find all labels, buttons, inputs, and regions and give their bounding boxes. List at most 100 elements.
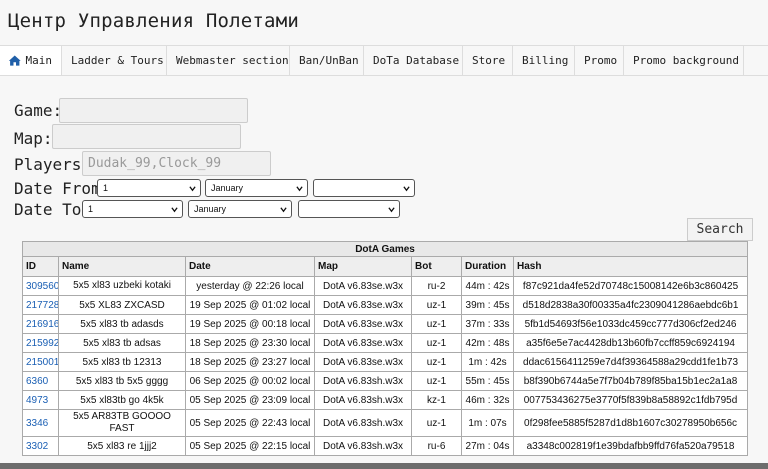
nav-item-promo-background[interactable]: Promo background [624,46,744,75]
cell-name: 5x5 XL83 ZXCASD [58,295,186,315]
game-id-link[interactable]: 3346 [26,418,48,429]
cell-hash: 5fb1d54693f56e1033dc459cc777d306cf2ed246 [512,314,749,334]
nav-item-promo[interactable]: Promo [575,46,624,75]
nav-item-label: Store [472,54,506,67]
cell-bot: uz-1 [411,371,462,391]
cell-id: 4973 [22,390,59,410]
cell-duration: 1m : 42s [461,352,514,372]
nav-item-dota-database[interactable]: DoTa Database [364,46,463,75]
game-id-link[interactable]: 3302 [26,441,48,452]
cell-date: 05 Sep 2025 @ 22:15 local [185,436,315,456]
table-row: 217728 5x5 XL83 ZXCASD 19 Sep 2025 @ 01:02… [22,295,749,315]
game-id-link[interactable]: 217728 [26,300,58,311]
cell-duration: 27m : 04s [461,436,514,456]
nav-item-ladder-tours[interactable]: Ladder & Tours [62,46,167,75]
cell-name: 5x5 xl83 tb 12313 [58,352,186,372]
nav-item-label: Main [25,54,53,67]
cell-duration: 46m : 32s [461,390,514,410]
cell-hash: 007753436275e3770f5f839b8a58892c1fdb795d [512,390,749,410]
table-row: 6360 5x5 xl83 tb 5x5 gggg 06 Sep 2025 @ 00… [22,371,749,391]
date-from-label: Date From: [14,179,111,198]
cell-map: DotA v6.83se.w3x [314,333,412,353]
cell-id: 216916 [22,314,59,334]
cell-date: 19 Sep 2025 @ 01:02 local [185,295,315,315]
map-label: Map: [14,129,53,148]
cell-hash: b8f390b6744a5e7f7b04b789f85ba15b1ec2a1a8 [512,371,749,391]
date-from-year-select[interactable] [313,179,415,197]
nav-item-main[interactable]: Main [0,46,62,75]
table-row: 215992 5x5 xl83 tb adsas 18 Sep 2025 @ 23:… [22,333,749,353]
date-to-day-select[interactable]: 1 [82,200,183,218]
cell-name: 5x5 xl83 tb adasds [58,314,186,334]
chevron-down-icon [388,207,395,213]
cell-name: 5x5 xl83 uzbeki kotaki [58,276,186,296]
date-from-month-select[interactable]: January [205,179,308,197]
players-input[interactable] [82,151,271,176]
cell-date: 05 Sep 2025 @ 22:43 local [185,409,315,437]
nav-item-billing[interactable]: Billing [513,46,575,75]
column-header-bot: Bot [411,256,462,277]
nav-item-label: Webmaster section [176,54,289,67]
chevron-down-icon [403,186,410,192]
home-icon [8,55,21,66]
date-to-month-select[interactable]: January [188,200,292,218]
chevron-down-icon [171,207,178,213]
game-id-link[interactable]: 4973 [26,395,48,406]
nav-item-label: Ladder & Tours [71,54,164,67]
column-header-hash: Hash [512,256,749,277]
cell-bot: kz-1 [411,390,462,410]
cell-map: DotA v6.83sh.w3x [314,436,412,456]
cell-hash: ddac6156411259e7d4f39364588a29cdd1fe1b73 [512,352,749,372]
game-id-link[interactable]: 215992 [26,338,58,349]
column-header-map: Map [314,256,412,277]
chevron-down-icon [280,207,287,213]
main-nav: Main Ladder & Tours Webmaster section Ban/U… [0,45,768,76]
nav-item-label: Promo [584,54,618,67]
cell-duration: 55m : 45s [461,371,514,391]
table-row: 3302 5x5 xl83 re 1jjj2 05 Sep 2025 @ 22:15… [22,436,749,456]
cell-duration: 37m : 33s [461,314,514,334]
cell-name: 5x5 xl83 tb 5x5 gggg [58,371,186,391]
cell-map: DotA v6.83se.w3x [314,352,412,372]
nav-item-store[interactable]: Store [463,46,513,75]
cell-id: 215001 [22,352,59,372]
cell-date: 05 Sep 2025 @ 23:09 local [185,390,315,410]
cell-bot: uz-1 [411,352,462,372]
game-id-link[interactable]: 309560 [26,281,58,292]
nav-item-ban-unban[interactable]: Ban/UnBan [290,46,364,75]
game-id-link[interactable]: 216916 [26,319,58,330]
cell-duration: 44m : 42s [461,276,514,296]
cell-id: 3346 [22,409,59,437]
cell-hash: a3348c002819f1e39bdafbb9ffd76fa520a79518 [512,436,749,456]
cell-map: DotA v6.83se.w3x [314,314,412,334]
cell-id: 215992 [22,333,59,353]
game-id-link[interactable]: 215001 [26,357,58,368]
cell-name: 5x5 xl83 re 1jjj2 [58,436,186,456]
cell-date: 19 Sep 2025 @ 00:18 local [185,314,315,334]
game-label: Game: [14,101,63,120]
cell-date: yesterday @ 22:26 local [185,276,315,296]
game-input[interactable] [59,98,248,123]
cell-name: 5x5 xl83tb go 4k5k [58,390,186,410]
game-id-link[interactable]: 6360 [26,376,48,387]
cell-id: 217728 [22,295,59,315]
date-to-year-select[interactable] [298,200,400,218]
table-caption: DotA Games [21,241,749,257]
players-label: Players: [14,155,92,174]
nav-item-label: DoTa Database [373,54,460,67]
column-header-id: ID [22,256,59,277]
nav-item-webmaster-section[interactable]: Webmaster section [167,46,290,75]
cell-hash: 0f298fee5885f5287d1d8b1607c30278950b656c [512,409,749,437]
cell-map: DotA v6.83sh.w3x [314,371,412,391]
cell-bot: uz-1 [411,295,462,315]
chevron-down-icon [296,186,303,192]
cell-hash: a35f6e5e7ac4428db13b60fb7ccff859c6924194 [512,333,749,353]
search-button[interactable]: Search [687,218,753,241]
date-to-label: Date To: [14,200,92,219]
map-input[interactable] [52,124,241,149]
table-row: 216916 5x5 xl83 tb adasds 19 Sep 2025 @ 00… [22,314,749,334]
cell-date: 18 Sep 2025 @ 23:30 local [185,333,315,353]
date-from-day-select[interactable]: 1 [97,179,201,197]
date-to-month-value: January [194,204,227,214]
cell-duration: 1m : 07s [461,409,514,437]
